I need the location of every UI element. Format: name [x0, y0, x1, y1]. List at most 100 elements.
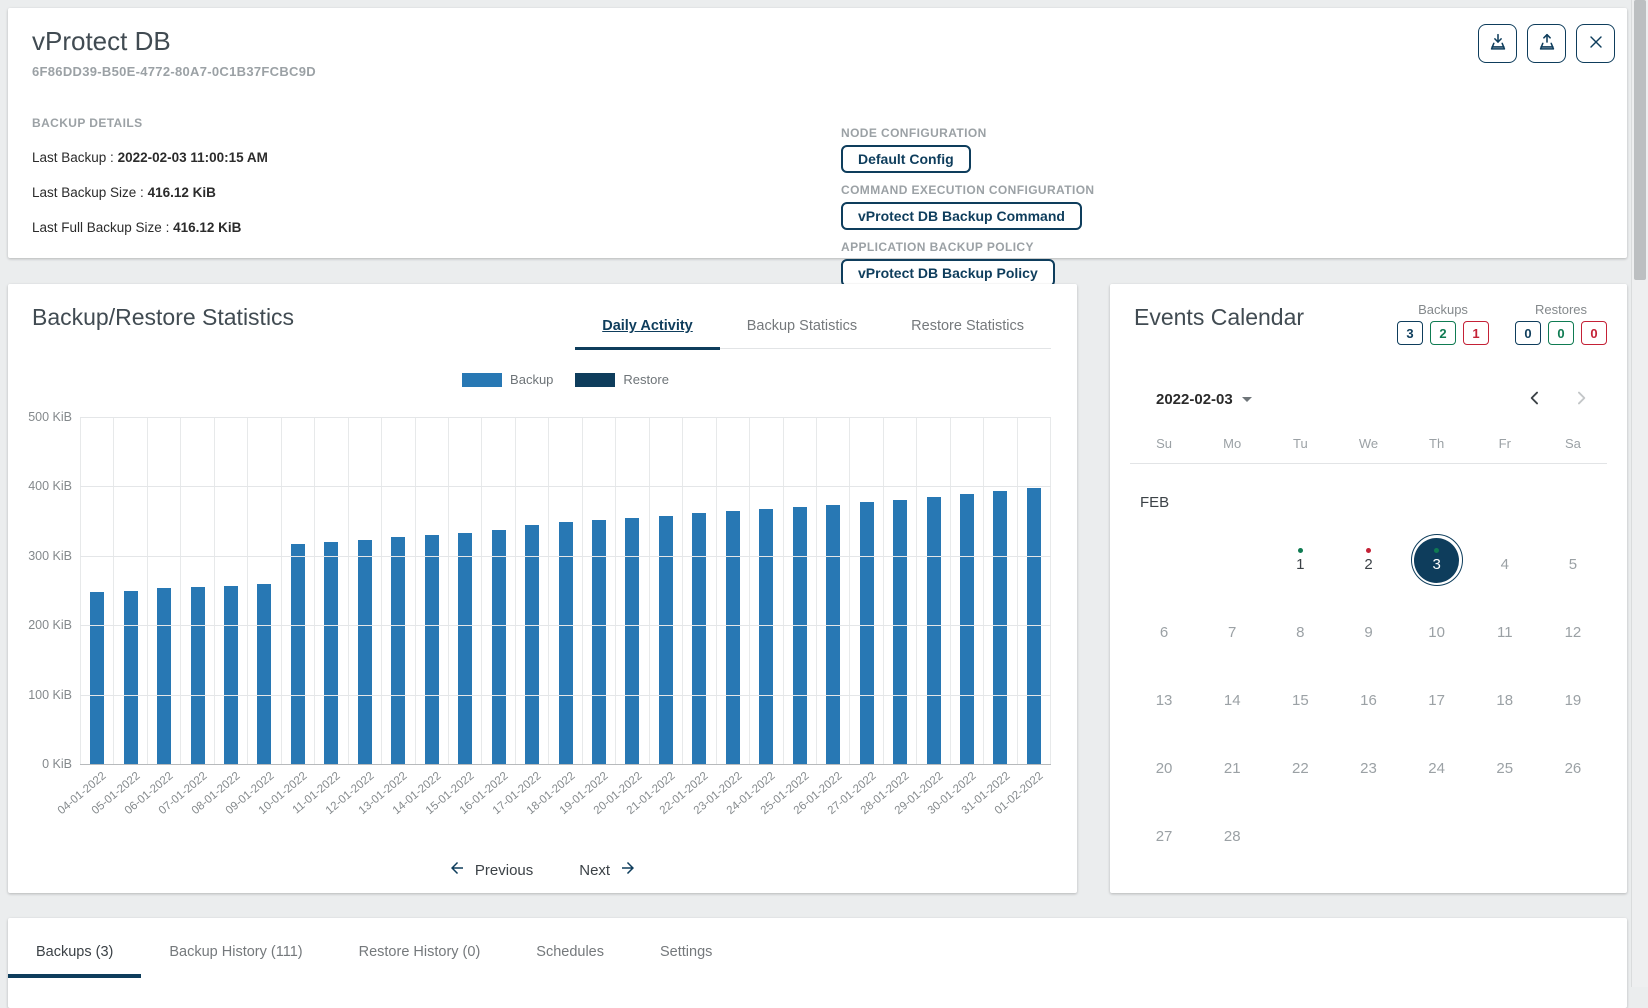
day-14[interactable]: 14 — [1224, 684, 1241, 709]
weekday-sa: Sa — [1539, 436, 1607, 451]
backup-bar-16-01-2022[interactable] — [492, 530, 506, 764]
backup-bar-04-01-2022[interactable] — [90, 592, 104, 764]
counter-group-restores: Restores000 — [1515, 302, 1607, 345]
backup-bar-23-01-2022[interactable] — [726, 511, 740, 764]
day-24[interactable]: 24 — [1428, 752, 1445, 777]
scrollbar-thumb[interactable] — [1634, 0, 1646, 280]
backup-bar-18-01-2022[interactable] — [559, 522, 573, 764]
backup-bar-31-01-2022[interactable] — [993, 491, 1007, 764]
backup-bar-20-01-2022[interactable] — [625, 518, 639, 764]
calendar-day-cell: 16 — [1334, 670, 1402, 722]
backup-bar-21-01-2022[interactable] — [659, 516, 673, 764]
event-dot-placeholder — [1230, 752, 1235, 757]
backup-bar-10-01-2022[interactable] — [291, 544, 305, 764]
day-9[interactable]: 9 — [1364, 616, 1372, 641]
tab-schedules[interactable]: Schedules — [508, 922, 632, 978]
backup-bar-26-01-2022[interactable] — [826, 505, 840, 764]
backup-bar-05-01-2022[interactable] — [124, 591, 138, 765]
day-18[interactable]: 18 — [1496, 684, 1513, 709]
day-19[interactable]: 19 — [1565, 684, 1582, 709]
day-7[interactable]: 7 — [1228, 616, 1236, 641]
selected-day-3[interactable]: 3 — [1411, 534, 1463, 586]
tab-daily-activity[interactable]: Daily Activity — [575, 306, 720, 348]
backup-bar-12-01-2022[interactable] — [358, 540, 372, 764]
backup-bar-07-01-2022[interactable] — [191, 587, 205, 764]
backup-bar-09-01-2022[interactable] — [257, 584, 271, 764]
event-dot — [1298, 548, 1303, 553]
backup-bar-27-01-2022[interactable] — [860, 502, 874, 764]
event-dot-placeholder — [1230, 684, 1235, 689]
statistics-tabs: Daily ActivityBackup StatisticsRestore S… — [575, 306, 1051, 349]
day-10[interactable]: 10 — [1428, 616, 1445, 641]
day-4[interactable]: 4 — [1501, 548, 1509, 573]
backup-bar-29-01-2022[interactable] — [927, 497, 941, 764]
restore-button[interactable] — [1527, 24, 1566, 63]
close-button[interactable] — [1576, 24, 1615, 63]
backup-bar-11-01-2022[interactable] — [324, 542, 338, 764]
tab-backup-history-111[interactable]: Backup History (111) — [141, 922, 330, 978]
day-21[interactable]: 21 — [1224, 752, 1241, 777]
previous-button[interactable]: Previous — [448, 859, 533, 881]
tab-backups-3[interactable]: Backups (3) — [8, 922, 141, 978]
status-badge: 3 — [1397, 321, 1423, 345]
day-27[interactable]: 27 — [1156, 820, 1173, 845]
backup-bar-25-01-2022[interactable] — [793, 507, 807, 764]
backup-bar-15-01-2022[interactable] — [458, 533, 472, 764]
day-25[interactable]: 25 — [1496, 752, 1513, 777]
backup-bar-17-01-2022[interactable] — [525, 525, 539, 764]
calendar-day-cell: 21 — [1198, 738, 1266, 790]
backup-bar-06-01-2022[interactable] — [157, 588, 171, 764]
calendar-day-cell: 4 — [1471, 534, 1539, 586]
day-28[interactable]: 28 — [1224, 820, 1241, 845]
day-17[interactable]: 17 — [1428, 684, 1445, 709]
backup-bar-08-01-2022[interactable] — [224, 586, 238, 764]
day-2[interactable]: 2 — [1364, 548, 1372, 573]
backup-bar-28-01-2022[interactable] — [893, 500, 907, 764]
config-chip-2[interactable]: vProtect DB Backup Policy — [841, 259, 1055, 287]
day-15[interactable]: 15 — [1292, 684, 1309, 709]
day-20[interactable]: 20 — [1156, 752, 1173, 777]
previous-month-button[interactable] — [1523, 386, 1547, 413]
day-16[interactable]: 16 — [1360, 684, 1377, 709]
event-dot-placeholder — [1502, 548, 1507, 553]
day-13[interactable]: 13 — [1156, 684, 1173, 709]
event-dot-placeholder — [1298, 752, 1303, 757]
backup-now-button[interactable] — [1478, 24, 1517, 63]
day-8[interactable]: 8 — [1296, 616, 1304, 641]
chart-slot: 29-01-2022 — [916, 417, 949, 764]
counter-label: Restores — [1515, 302, 1607, 317]
day-1[interactable]: 1 — [1296, 548, 1304, 573]
page-scrollbar[interactable] — [1631, 0, 1648, 987]
day-5[interactable]: 5 — [1569, 548, 1577, 573]
day-number: 8 — [1296, 624, 1304, 641]
tab-restore-history-0[interactable]: Restore History (0) — [331, 922, 509, 978]
application-uuid: 6F86DD39-B50E-4772-80A7-0C1B37FCBC9D — [32, 64, 316, 79]
tab-backup-statistics[interactable]: Backup Statistics — [720, 306, 884, 348]
day-number: 10 — [1428, 624, 1445, 641]
close-icon — [1586, 32, 1606, 55]
next-button[interactable]: Next — [579, 859, 637, 881]
date-selector[interactable]: 2022-02-03 — [1156, 391, 1252, 408]
chart-pager: Previous Next — [8, 859, 1077, 881]
calendar-day-cell: 14 — [1198, 670, 1266, 722]
backup-bar-13-01-2022[interactable] — [391, 537, 405, 764]
chevron-down-icon — [1242, 397, 1252, 402]
day-11[interactable]: 11 — [1497, 616, 1513, 641]
day-6[interactable]: 6 — [1160, 616, 1168, 641]
day-22[interactable]: 22 — [1292, 752, 1309, 777]
calendar-empty-cell — [1403, 806, 1471, 858]
backup-bar-30-01-2022[interactable] — [960, 494, 974, 764]
config-chip-1[interactable]: vProtect DB Backup Command — [841, 202, 1082, 230]
tab-restore-statistics[interactable]: Restore Statistics — [884, 306, 1051, 348]
day-23[interactable]: 23 — [1360, 752, 1377, 777]
backup-bar-14-01-2022[interactable] — [425, 535, 439, 764]
day-12[interactable]: 12 — [1565, 616, 1582, 641]
next-month-button[interactable] — [1569, 386, 1593, 413]
day-26[interactable]: 26 — [1565, 752, 1582, 777]
backup-bar-22-01-2022[interactable] — [692, 513, 706, 764]
backup-bar-24-01-2022[interactable] — [759, 509, 773, 764]
calendar-day-cell: 5 — [1539, 534, 1607, 586]
tab-settings[interactable]: Settings — [632, 922, 740, 978]
config-chip-0[interactable]: Default Config — [841, 145, 971, 173]
backup-details-label: BACKUP DETAILS — [32, 116, 268, 130]
